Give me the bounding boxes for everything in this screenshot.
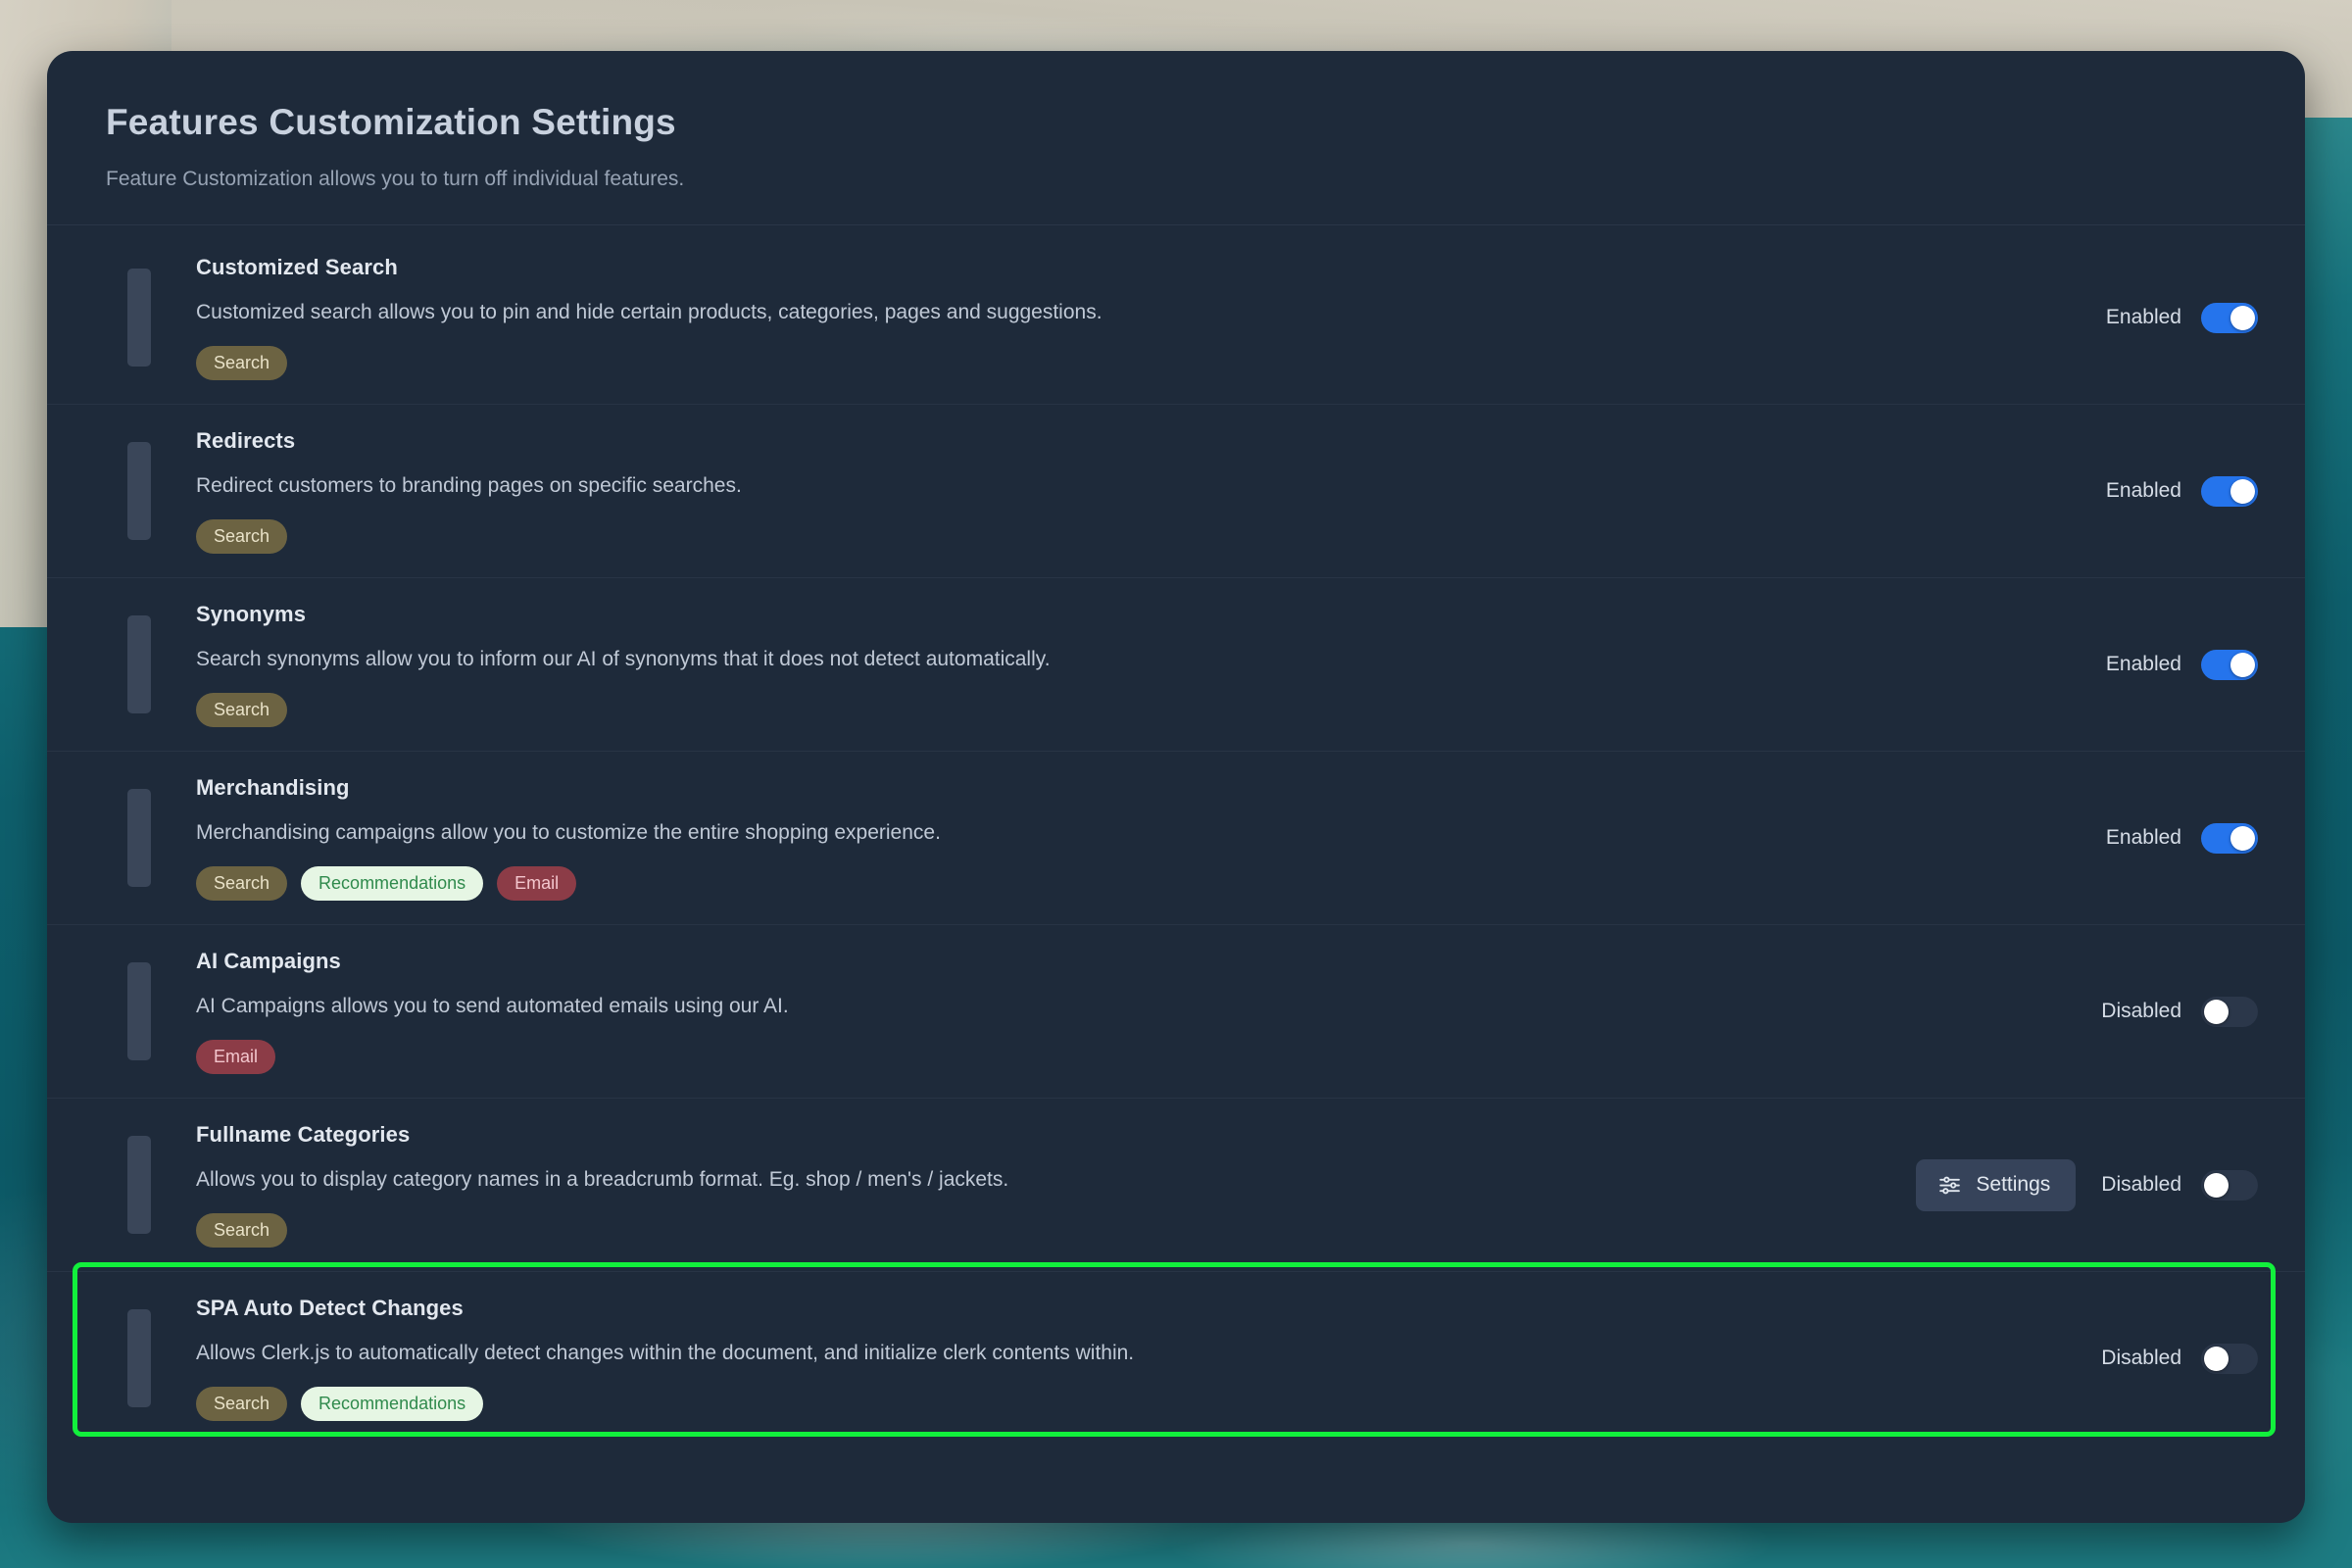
feature-row-customized-search: Customized Search Customized search allow…	[47, 231, 2305, 405]
feature-info: Fullname Categories Allows you to display…	[151, 1122, 1886, 1248]
feature-controls: Enabled	[2077, 649, 2258, 680]
badge-search: Search	[196, 866, 288, 901]
status-label: Disabled	[2101, 1000, 2181, 1022]
feature-info: Merchandising Merchandising campaigns all…	[151, 775, 2077, 901]
feature-badges: Search Recommendations	[196, 1387, 2072, 1421]
feature-toggle-group: Enabled	[2105, 822, 2258, 854]
feature-controls: Disabled	[2072, 1343, 2258, 1374]
feature-name: SPA Auto Detect Changes	[196, 1296, 464, 1320]
feature-toggle-group: Disabled	[2101, 1169, 2258, 1200]
page-subtitle: Feature Customization allows you to turn…	[106, 168, 685, 190]
status-label: Enabled	[2105, 653, 2181, 675]
badge-search: Search	[196, 693, 288, 727]
toggle-knob	[2230, 825, 2255, 851]
feature-description: Search synonyms allow you to inform our …	[196, 648, 1051, 670]
feature-row-fullname-categories: Fullname Categories Allows you to display…	[47, 1099, 2305, 1272]
feature-name: Customized Search	[196, 255, 398, 279]
status-label: Enabled	[2105, 479, 2181, 502]
feature-list: Customized Search Customized search allow…	[47, 225, 2305, 1472]
feature-accent-bar	[127, 442, 151, 540]
feature-badges: Search	[196, 346, 2077, 380]
feature-name: Synonyms	[196, 602, 307, 626]
feature-toggle-switch[interactable]	[2201, 649, 2258, 680]
settings-button-label: Settings	[1976, 1173, 2051, 1196]
feature-info: Synonyms Search synonyms allow you to inf…	[151, 602, 2077, 727]
badge-email: Email	[497, 866, 577, 901]
feature-toggle-switch[interactable]	[2201, 996, 2258, 1027]
feature-accent-bar	[127, 615, 151, 713]
feature-info: SPA Auto Detect Changes Allows Clerk.js t…	[151, 1296, 2072, 1421]
feature-info: Customized Search Customized search allow…	[151, 255, 2077, 380]
feature-accent-bar	[127, 962, 151, 1060]
feature-info: Redirects Redirect customers to branding …	[151, 428, 2077, 554]
status-label: Enabled	[2105, 306, 2181, 328]
feature-toggle-group: Enabled	[2105, 649, 2258, 680]
feature-row-spa-auto-detect-changes: SPA Auto Detect Changes Allows Clerk.js t…	[47, 1272, 2305, 1445]
feature-accent-bar	[127, 269, 151, 367]
feature-name: Merchandising	[196, 775, 350, 800]
feature-badges: Search	[196, 693, 2077, 727]
panel-header: Features Customization Settings Feature …	[47, 51, 2305, 224]
feature-name: Fullname Categories	[196, 1122, 411, 1147]
toggle-knob	[2230, 305, 2255, 330]
feature-name: Redirects	[196, 428, 296, 453]
feature-description: Merchandising campaigns allow you to cus…	[196, 821, 941, 844]
status-label: Disabled	[2101, 1173, 2181, 1196]
status-label: Disabled	[2101, 1347, 2181, 1369]
feature-description: Redirect customers to branding pages on …	[196, 474, 742, 497]
feature-badges: Search Recommendations Email	[196, 866, 2077, 901]
feature-badges: Search	[196, 1213, 1886, 1248]
feature-toggle-group: Enabled	[2105, 475, 2258, 507]
feature-info: AI Campaigns AI Campaigns allows you to s…	[151, 949, 2072, 1074]
feature-accent-bar	[127, 789, 151, 887]
feature-toggle-group: Enabled	[2105, 302, 2258, 333]
feature-description: Allows you to display category names in …	[196, 1168, 1009, 1191]
toggle-knob	[2230, 652, 2255, 677]
settings-button[interactable]: Settings	[1916, 1158, 2077, 1211]
feature-controls: Enabled	[2077, 822, 2258, 854]
feature-toggle-switch[interactable]	[2201, 1343, 2258, 1374]
feature-name: AI Campaigns	[196, 949, 341, 973]
tune-icon	[1937, 1173, 1962, 1198]
feature-row-redirects: Redirects Redirect customers to branding …	[47, 405, 2305, 578]
badge-search: Search	[196, 519, 288, 554]
page-title: Features Customization Settings	[106, 102, 676, 142]
badge-search: Search	[196, 346, 288, 380]
feature-row-merchandising: Merchandising Merchandising campaigns all…	[47, 752, 2305, 925]
feature-toggle-group: Disabled	[2101, 996, 2258, 1027]
badge-recommendations: Recommendations	[301, 1387, 484, 1421]
badge-search: Search	[196, 1213, 288, 1248]
badge-search: Search	[196, 1387, 288, 1421]
feature-controls: Enabled	[2077, 475, 2258, 507]
feature-toggle-group: Disabled	[2101, 1343, 2258, 1374]
feature-description: Allows Clerk.js to automatically detect …	[196, 1342, 1135, 1364]
feature-controls: Enabled	[2077, 302, 2258, 333]
feature-accent-bar	[127, 1309, 151, 1407]
toggle-knob	[2230, 478, 2255, 504]
badge-email: Email	[196, 1040, 276, 1074]
badge-recommendations: Recommendations	[301, 866, 484, 901]
feature-accent-bar	[127, 1136, 151, 1234]
toggle-knob	[2204, 999, 2229, 1024]
feature-toggle-switch[interactable]	[2201, 1169, 2258, 1200]
feature-description: Customized search allows you to pin and …	[196, 301, 1102, 323]
feature-row-ai-campaigns: AI Campaigns AI Campaigns allows you to s…	[47, 925, 2305, 1099]
feature-badges: Email	[196, 1040, 2072, 1074]
feature-toggle-switch[interactable]	[2201, 302, 2258, 333]
status-label: Enabled	[2105, 826, 2181, 849]
settings-panel: Features Customization Settings Feature …	[47, 51, 2305, 1523]
feature-row-synonyms: Synonyms Search synonyms allow you to inf…	[47, 578, 2305, 752]
feature-description: AI Campaigns allows you to send automate…	[196, 995, 789, 1017]
feature-controls: Settings Disabled	[1886, 1158, 2258, 1211]
feature-toggle-switch[interactable]	[2201, 822, 2258, 854]
feature-controls: Disabled	[2072, 996, 2258, 1027]
toggle-knob	[2204, 1346, 2229, 1371]
feature-toggle-switch[interactable]	[2201, 475, 2258, 507]
feature-badges: Search	[196, 519, 2077, 554]
toggle-knob	[2204, 1172, 2229, 1198]
